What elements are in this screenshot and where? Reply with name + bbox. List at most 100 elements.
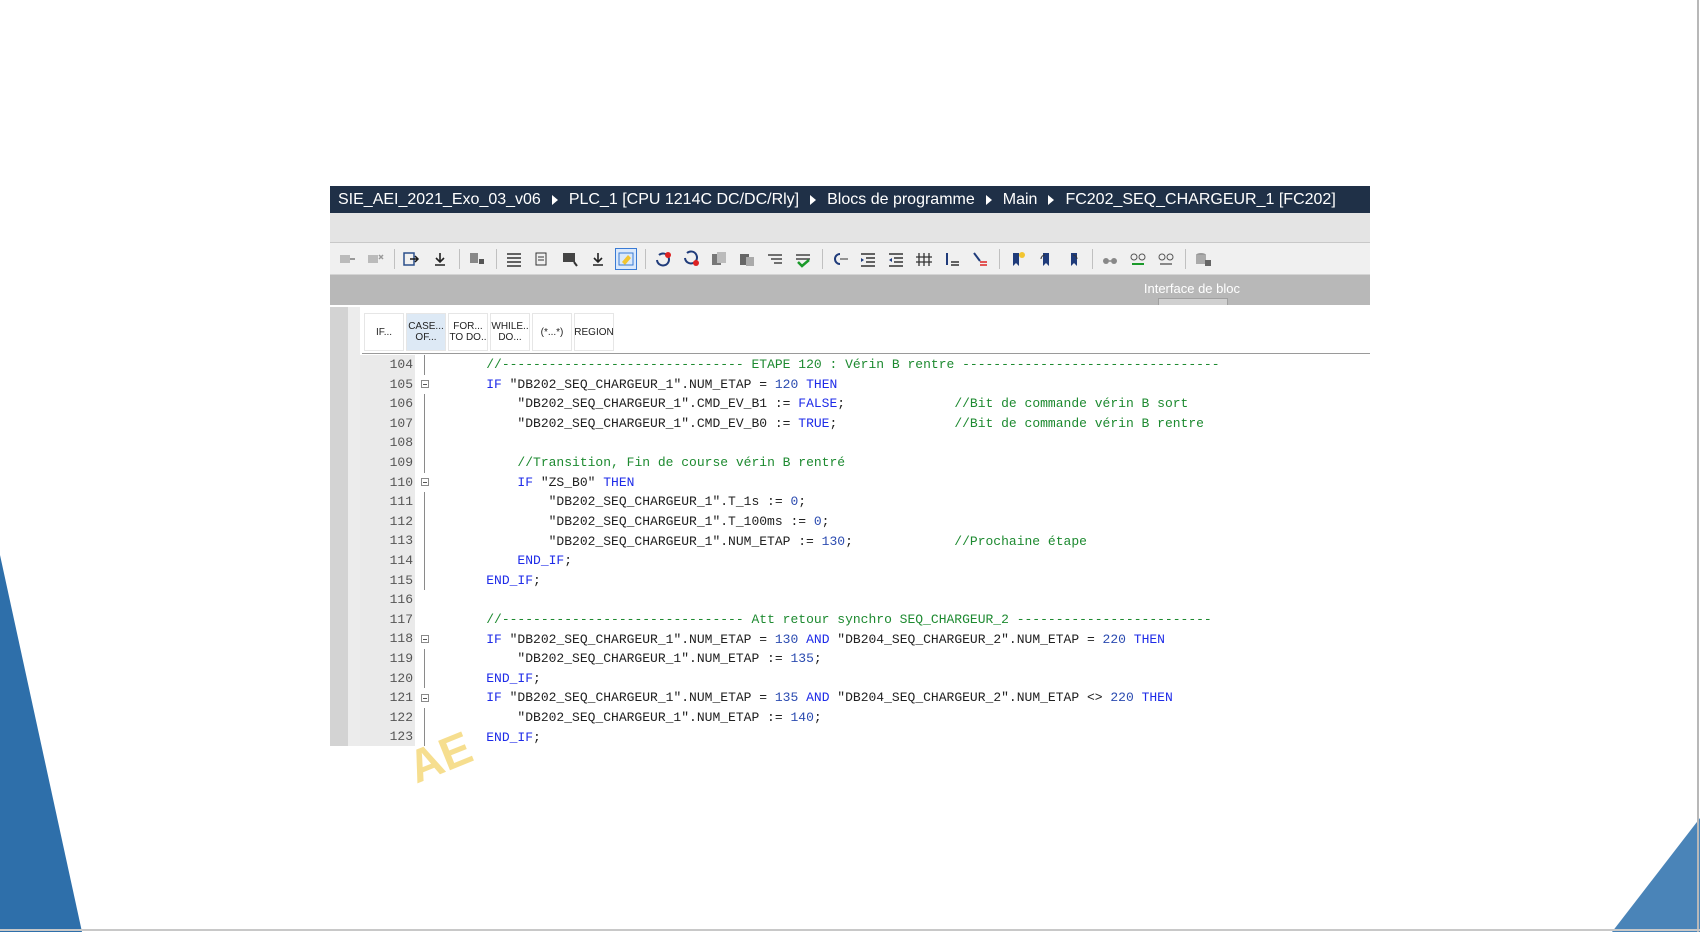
insert-line-icon[interactable]	[401, 248, 423, 270]
code-line[interactable]: 104 //------------------------------- ET…	[360, 355, 1370, 375]
breadcrumb-plc[interactable]: PLC_1 [CPU 1214C DC/DC/Rly]	[569, 191, 799, 209]
fold-guide	[415, 570, 435, 591]
code-line[interactable]: 123 END_IF;	[360, 727, 1370, 746]
code-token: "DB202_SEQ_CHARGEUR_1".CMD_EV_B1 :=	[455, 396, 799, 412]
code-text[interactable]: "DB202_SEQ_CHARGEUR_1".T_100ms := 0;	[435, 514, 830, 529]
check-icon[interactable]	[792, 248, 814, 270]
columns-icon[interactable]	[913, 248, 935, 270]
code-text[interactable]: "DB202_SEQ_CHARGEUR_1".CMD_EV_B0 := TRUE…	[435, 416, 1204, 431]
insert-region-button[interactable]: REGION	[574, 313, 614, 351]
insert-network-icon[interactable]	[336, 248, 358, 270]
code-text[interactable]: "DB202_SEQ_CHARGEUR_1".CMD_EV_B1 := FALS…	[435, 396, 1188, 411]
code-line[interactable]: 114 END_IF;	[360, 550, 1370, 571]
monitoring-glasses-icon[interactable]	[1099, 248, 1121, 270]
code-text[interactable]: "DB202_SEQ_CHARGEUR_1".NUM_ETAP := 130; …	[435, 534, 1087, 549]
code-text[interactable]: //------------------------------- ETAPE …	[435, 357, 1219, 372]
delete-network-icon[interactable]	[364, 248, 386, 270]
highlight-icon[interactable]	[615, 247, 637, 270]
code-text[interactable]: END_IF;	[435, 553, 572, 568]
line-number: 111	[360, 492, 415, 512]
copy-icon[interactable]	[708, 248, 730, 270]
code-line[interactable]: 113 "DB202_SEQ_CHARGEUR_1".NUM_ETAP := 1…	[360, 531, 1370, 551]
monitor-off-icon[interactable]	[1155, 248, 1177, 270]
fold-toggle-icon[interactable]	[415, 473, 435, 493]
collapse-box-icon[interactable]	[421, 478, 429, 487]
code-text[interactable]: //Transition, Fin de course vérin B rent…	[435, 455, 845, 470]
code-line[interactable]: 118 IF "DB202_SEQ_CHARGEUR_1".NUM_ETAP =…	[360, 629, 1370, 649]
next-bookmark-icon[interactable]	[1062, 248, 1084, 270]
fold-toggle-icon[interactable]	[415, 629, 435, 649]
code-text[interactable]: "DB202_SEQ_CHARGEUR_1".T_1s := 0;	[435, 494, 806, 509]
outdent-icon[interactable]	[531, 248, 553, 270]
code-text[interactable]: END_IF;	[435, 573, 541, 588]
insert-while-button[interactable]: WHILE.. DO...	[490, 313, 530, 351]
code-text[interactable]: "DB202_SEQ_CHARGEUR_1".NUM_ETAP := 135;	[435, 651, 821, 666]
bookmark-icon[interactable]	[1006, 248, 1028, 270]
expand-icon[interactable]	[941, 248, 963, 270]
code-line[interactable]: 117 //------------------------------- At…	[360, 609, 1370, 630]
code-text[interactable]: END_IF;	[435, 671, 541, 686]
code-line[interactable]: 119 "DB202_SEQ_CHARGEUR_1".NUM_ETAP := 1…	[360, 648, 1370, 669]
indent-icon[interactable]	[503, 248, 525, 270]
undo-red-icon[interactable]	[652, 248, 674, 270]
code-line[interactable]: 115 END_IF;	[360, 570, 1370, 591]
paste-icon[interactable]	[736, 248, 758, 270]
code-line[interactable]: 106 "DB202_SEQ_CHARGEUR_1".CMD_EV_B1 := …	[360, 394, 1370, 414]
database-lock-icon[interactable]	[1192, 248, 1214, 270]
code-line[interactable]: 105 IF "DB202_SEQ_CHARGEUR_1".NUM_ETAP =…	[360, 374, 1370, 395]
breadcrumb-block[interactable]: FC202_SEQ_CHARGEUR_1 [FC202]	[1065, 191, 1335, 209]
code-text[interactable]: IF "ZS_B0" THEN	[435, 475, 634, 490]
code-text[interactable]: IF "DB202_SEQ_CHARGEUR_1".NUM_ETAP = 120…	[435, 377, 837, 392]
insert-for-button[interactable]: FOR... TO DO..	[448, 313, 488, 351]
breadcrumb-project[interactable]: SIE_AEI_2021_Exo_03_v06	[338, 191, 541, 209]
code-text[interactable]: IF "DB202_SEQ_CHARGEUR_1".NUM_ETAP = 135…	[435, 690, 1173, 705]
align-icon[interactable]	[764, 248, 786, 270]
keyword-token: IF	[486, 631, 502, 647]
code-line[interactable]: 116	[360, 590, 1370, 610]
comment-block-icon[interactable]	[559, 248, 581, 270]
code-text[interactable]: //------------------------------- Att re…	[435, 612, 1212, 627]
collapse-box-icon[interactable]	[421, 635, 429, 644]
insert-case-button[interactable]: CASE... OF...	[406, 313, 446, 351]
fold-toggle-icon[interactable]	[415, 375, 435, 395]
indent-right-icon[interactable]	[857, 248, 879, 270]
breadcrumb-program-blocks[interactable]: Blocs de programme	[827, 191, 975, 209]
insert-if-button[interactable]: IF...	[364, 313, 404, 351]
collapse-box-icon[interactable]	[421, 693, 429, 702]
code-text[interactable]: "DB202_SEQ_CHARGEUR_1".NUM_ETAP := 140;	[435, 710, 821, 725]
code-text[interactable]: IF "DB202_SEQ_CHARGEUR_1".NUM_ETAP = 130…	[435, 632, 1165, 647]
code-line[interactable]: 122 "DB202_SEQ_CHARGEUR_1".NUM_ETAP := 1…	[360, 707, 1370, 728]
fold-toggle-icon[interactable]	[415, 688, 435, 708]
code-line[interactable]: 120 END_IF;	[360, 668, 1370, 689]
download-block-icon[interactable]	[587, 248, 609, 270]
code-line[interactable]: 111 "DB202_SEQ_CHARGEUR_1".T_1s := 0;	[360, 492, 1370, 512]
keyword-bar: IF... CASE... OF... FOR... TO DO.. WHILE…	[364, 313, 614, 351]
undo-clear-icon[interactable]	[680, 248, 702, 270]
code-area[interactable]: 104 //------------------------------- ET…	[360, 355, 1370, 746]
download-icon[interactable]	[429, 248, 451, 270]
block-interface-bar[interactable]: Interface de bloc	[330, 275, 1370, 305]
indent-left-icon[interactable]	[885, 248, 907, 270]
code-line[interactable]: 121 IF "DB202_SEQ_CHARGEUR_1".NUM_ETAP =…	[360, 688, 1370, 708]
monitor-on-icon[interactable]	[1127, 248, 1149, 270]
code-token: "DB202_SEQ_CHARGEUR_1".NUM_ETAP =	[501, 376, 775, 392]
goto-previous-icon[interactable]	[829, 248, 851, 270]
insert-comment-button[interactable]: (*...*)	[532, 313, 572, 351]
previous-bookmark-icon[interactable]	[1034, 248, 1056, 270]
fold-guide-line	[424, 511, 425, 532]
code-line[interactable]: 108	[360, 433, 1370, 453]
splitter-handle[interactable]	[1158, 298, 1228, 305]
breadcrumb: SIE_AEI_2021_Exo_03_v06 PLC_1 [CPU 1214C…	[330, 186, 1370, 213]
collapse-box-icon[interactable]	[421, 380, 429, 389]
fold-guide	[415, 707, 435, 728]
breadcrumb-main[interactable]: Main	[1003, 191, 1038, 209]
code-line[interactable]: 112 "DB202_SEQ_CHARGEUR_1".T_100ms := 0;	[360, 511, 1370, 532]
code-line[interactable]: 109 //Transition, Fin de course vérin B …	[360, 452, 1370, 473]
code-line[interactable]: 110 IF "ZS_B0" THEN	[360, 472, 1370, 493]
code-line[interactable]: 107 "DB202_SEQ_CHARGEUR_1".CMD_EV_B0 := …	[360, 413, 1370, 434]
collapse-icon[interactable]	[969, 248, 991, 270]
monitor-icon[interactable]	[466, 248, 488, 270]
